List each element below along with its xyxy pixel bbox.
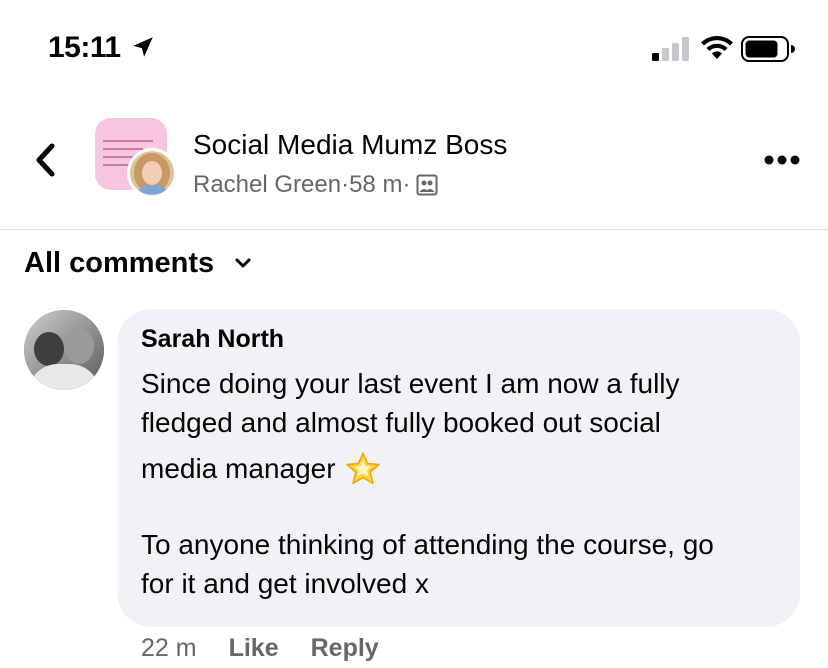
comment-time[interactable]: 22 m xyxy=(141,634,197,663)
more-options-icon[interactable] xyxy=(764,154,800,166)
post-author-name[interactable]: Rachel Green xyxy=(193,171,341,199)
wifi-icon xyxy=(701,36,733,59)
cellular-signal-icon xyxy=(652,37,689,61)
chevron-down-icon xyxy=(235,258,251,268)
post-header: Social Media Mumz Boss Rachel Green · 58… xyxy=(0,96,828,230)
comment-line: To anyone thinking of attending the cour… xyxy=(141,529,714,560)
status-bar: 15:11 xyxy=(0,0,828,96)
location-arrow-icon xyxy=(133,37,153,57)
battery-icon xyxy=(741,36,795,62)
commenter-avatar[interactable] xyxy=(24,310,104,390)
comment-line: fledged and almost fully booked out soci… xyxy=(141,407,661,438)
meta-separator: · xyxy=(402,171,411,198)
comment-line: for it and get involved x xyxy=(141,568,429,599)
glowing-star-icon xyxy=(345,452,380,485)
comment-bubble[interactable]: Sarah North Since doing your last event … xyxy=(117,309,800,627)
group-audience-icon xyxy=(416,174,438,196)
comment-actions: 22 m Like Reply xyxy=(141,634,379,663)
comment-line-with-emoji: media manager xyxy=(141,442,776,496)
comment-text: Since doing your last event I am now a f… xyxy=(141,364,776,603)
like-button[interactable]: Like xyxy=(229,634,279,663)
comment-author[interactable]: Sarah North xyxy=(141,325,776,354)
post-meta: Rachel Green · 58 m · xyxy=(193,171,438,199)
comment-filter-dropdown[interactable]: All comments xyxy=(24,243,254,283)
meta-separator: · xyxy=(341,171,350,198)
author-avatar[interactable] xyxy=(127,148,177,198)
post-elapsed-time[interactable]: 58 m xyxy=(349,171,402,199)
group-name[interactable]: Social Media Mumz Boss xyxy=(193,129,507,161)
status-time: 15:11 xyxy=(48,31,121,64)
comment-filter-label: All comments xyxy=(24,246,215,279)
reply-button[interactable]: Reply xyxy=(311,634,379,663)
comment-line: Since doing your last event I am now a f… xyxy=(141,368,680,399)
comment-line: media manager xyxy=(141,453,336,484)
back-chevron-icon[interactable] xyxy=(30,140,60,180)
